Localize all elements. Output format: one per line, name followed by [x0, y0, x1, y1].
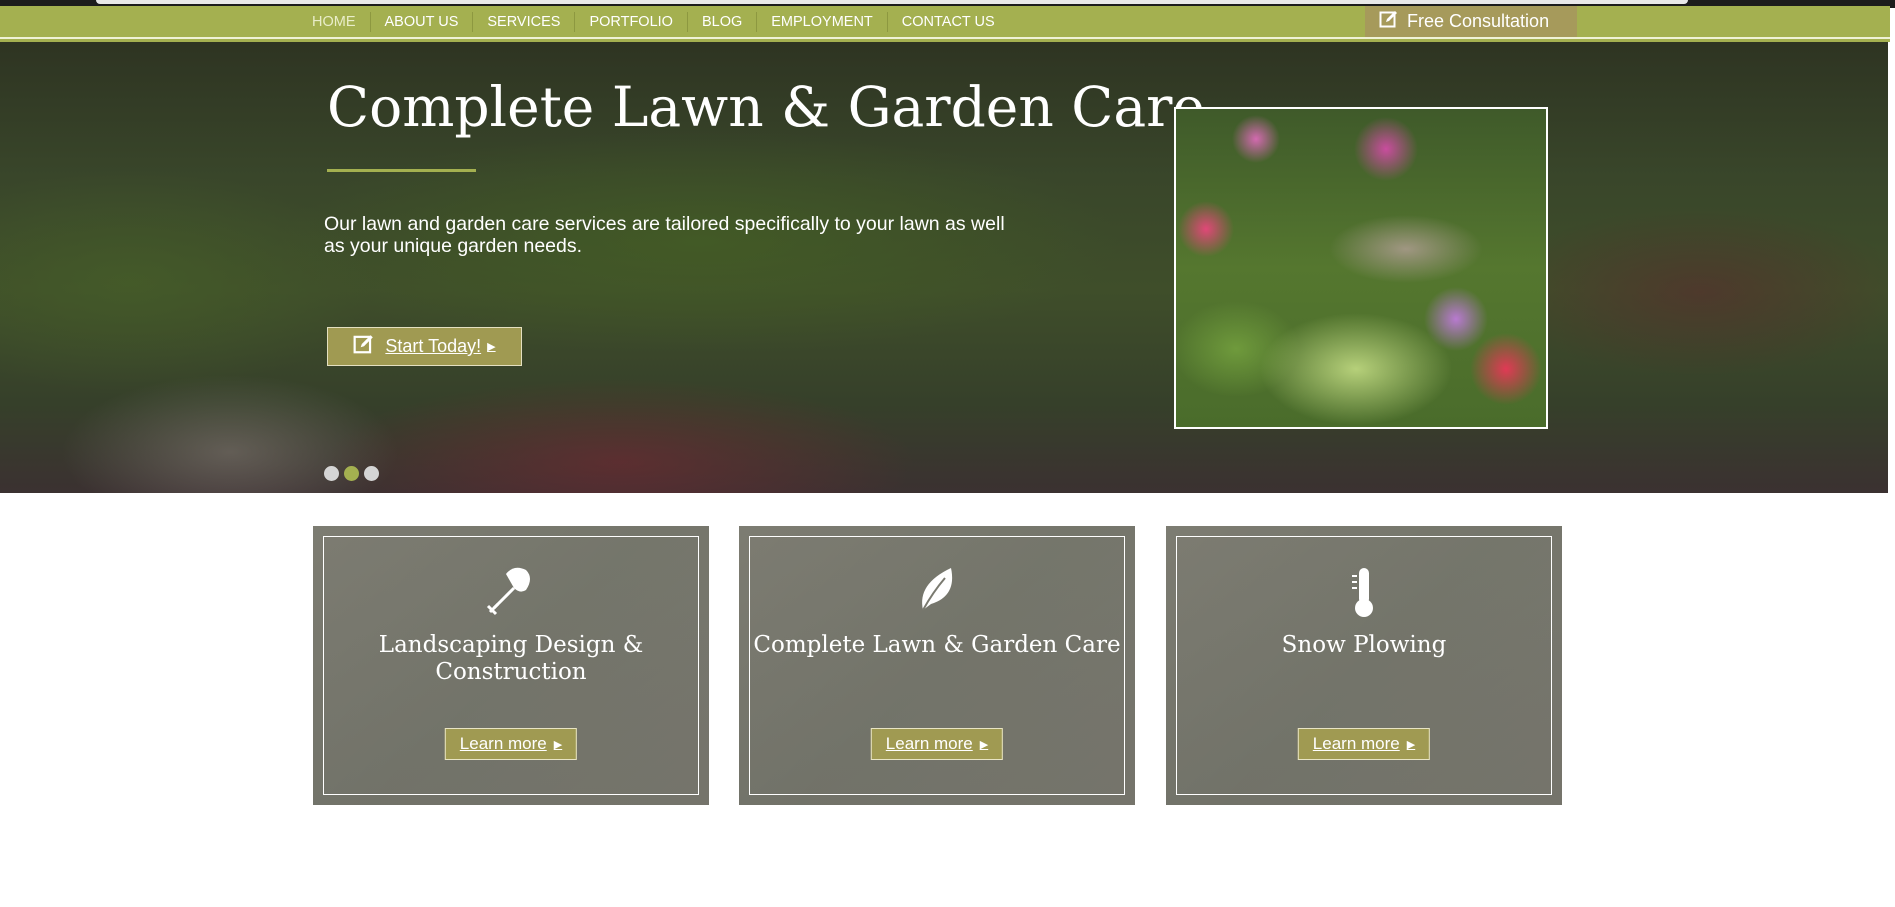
slider-pagination: [324, 466, 379, 481]
service-title: Complete Lawn & Garden Care: [753, 632, 1121, 658]
nav-item-services[interactable]: SERVICES: [472, 12, 574, 32]
main-nav: HOME ABOUT US SERVICES PORTFOLIO BLOG EM…: [297, 8, 1009, 36]
hero-title-underline: [327, 169, 476, 172]
learn-more-button[interactable]: Learn more ▶: [1297, 728, 1431, 760]
free-consultation-label: Free Consultation: [1407, 11, 1550, 31]
nav-item-employment[interactable]: EMPLOYMENT: [756, 12, 887, 32]
thermometer-icon: [1166, 566, 1562, 618]
hero-title: Complete Lawn & Garden Care: [327, 75, 1205, 139]
nav-item-blog[interactable]: BLOG: [686, 12, 756, 32]
service-card-lawn-garden: Complete Lawn & Garden Care Learn more ▶: [739, 526, 1135, 805]
hero-slider: Complete Lawn & Garden Care Our lawn and…: [0, 42, 1888, 493]
slider-dot-active[interactable]: [344, 466, 359, 481]
shovel-icon: [313, 566, 709, 616]
navbar-divider: [0, 37, 1890, 39]
nav-item-portfolio[interactable]: PORTFOLIO: [574, 12, 687, 32]
caret-right-icon: ▶: [487, 341, 496, 353]
nav-item-home[interactable]: HOME: [297, 12, 370, 32]
caret-right-icon: ▶: [553, 738, 563, 751]
learn-more-label: Learn more: [459, 734, 547, 753]
learn-more-button[interactable]: Learn more ▶: [870, 728, 1004, 760]
start-today-button[interactable]: Start Today! ▶: [327, 327, 522, 366]
hero-description: Our lawn and garden care services are ta…: [324, 213, 1005, 257]
garden-photo: [1174, 107, 1548, 429]
free-consultation-button[interactable]: Free Consultation: [1365, 6, 1577, 37]
learn-more-button[interactable]: Learn more ▶: [444, 728, 578, 760]
edit-icon: [1379, 9, 1399, 34]
slider-dot[interactable]: [324, 466, 339, 481]
learn-more-label: Learn more: [885, 734, 973, 753]
service-card-snow-plowing: Snow Plowing Learn more ▶: [1166, 526, 1562, 805]
start-today-label: Start Today!: [385, 336, 482, 356]
address-bar: [96, 0, 1688, 4]
slider-dot[interactable]: [364, 466, 379, 481]
caret-right-icon: ▶: [979, 738, 989, 751]
learn-more-label: Learn more: [1312, 734, 1400, 753]
service-title: Snow Plowing: [1281, 632, 1447, 658]
service-card-landscaping: Landscaping Design & Construction Learn …: [313, 526, 709, 805]
top-navbar: HOME ABOUT US SERVICES PORTFOLIO BLOG EM…: [0, 6, 1890, 42]
edit-icon: [353, 333, 375, 360]
nav-item-about-us[interactable]: ABOUT US: [369, 12, 473, 32]
caret-right-icon: ▶: [1406, 738, 1416, 751]
nav-item-contact-us[interactable]: CONTACT US: [886, 12, 1009, 32]
leaf-icon: [739, 566, 1135, 614]
service-title: Landscaping Design & Construction: [378, 632, 644, 685]
